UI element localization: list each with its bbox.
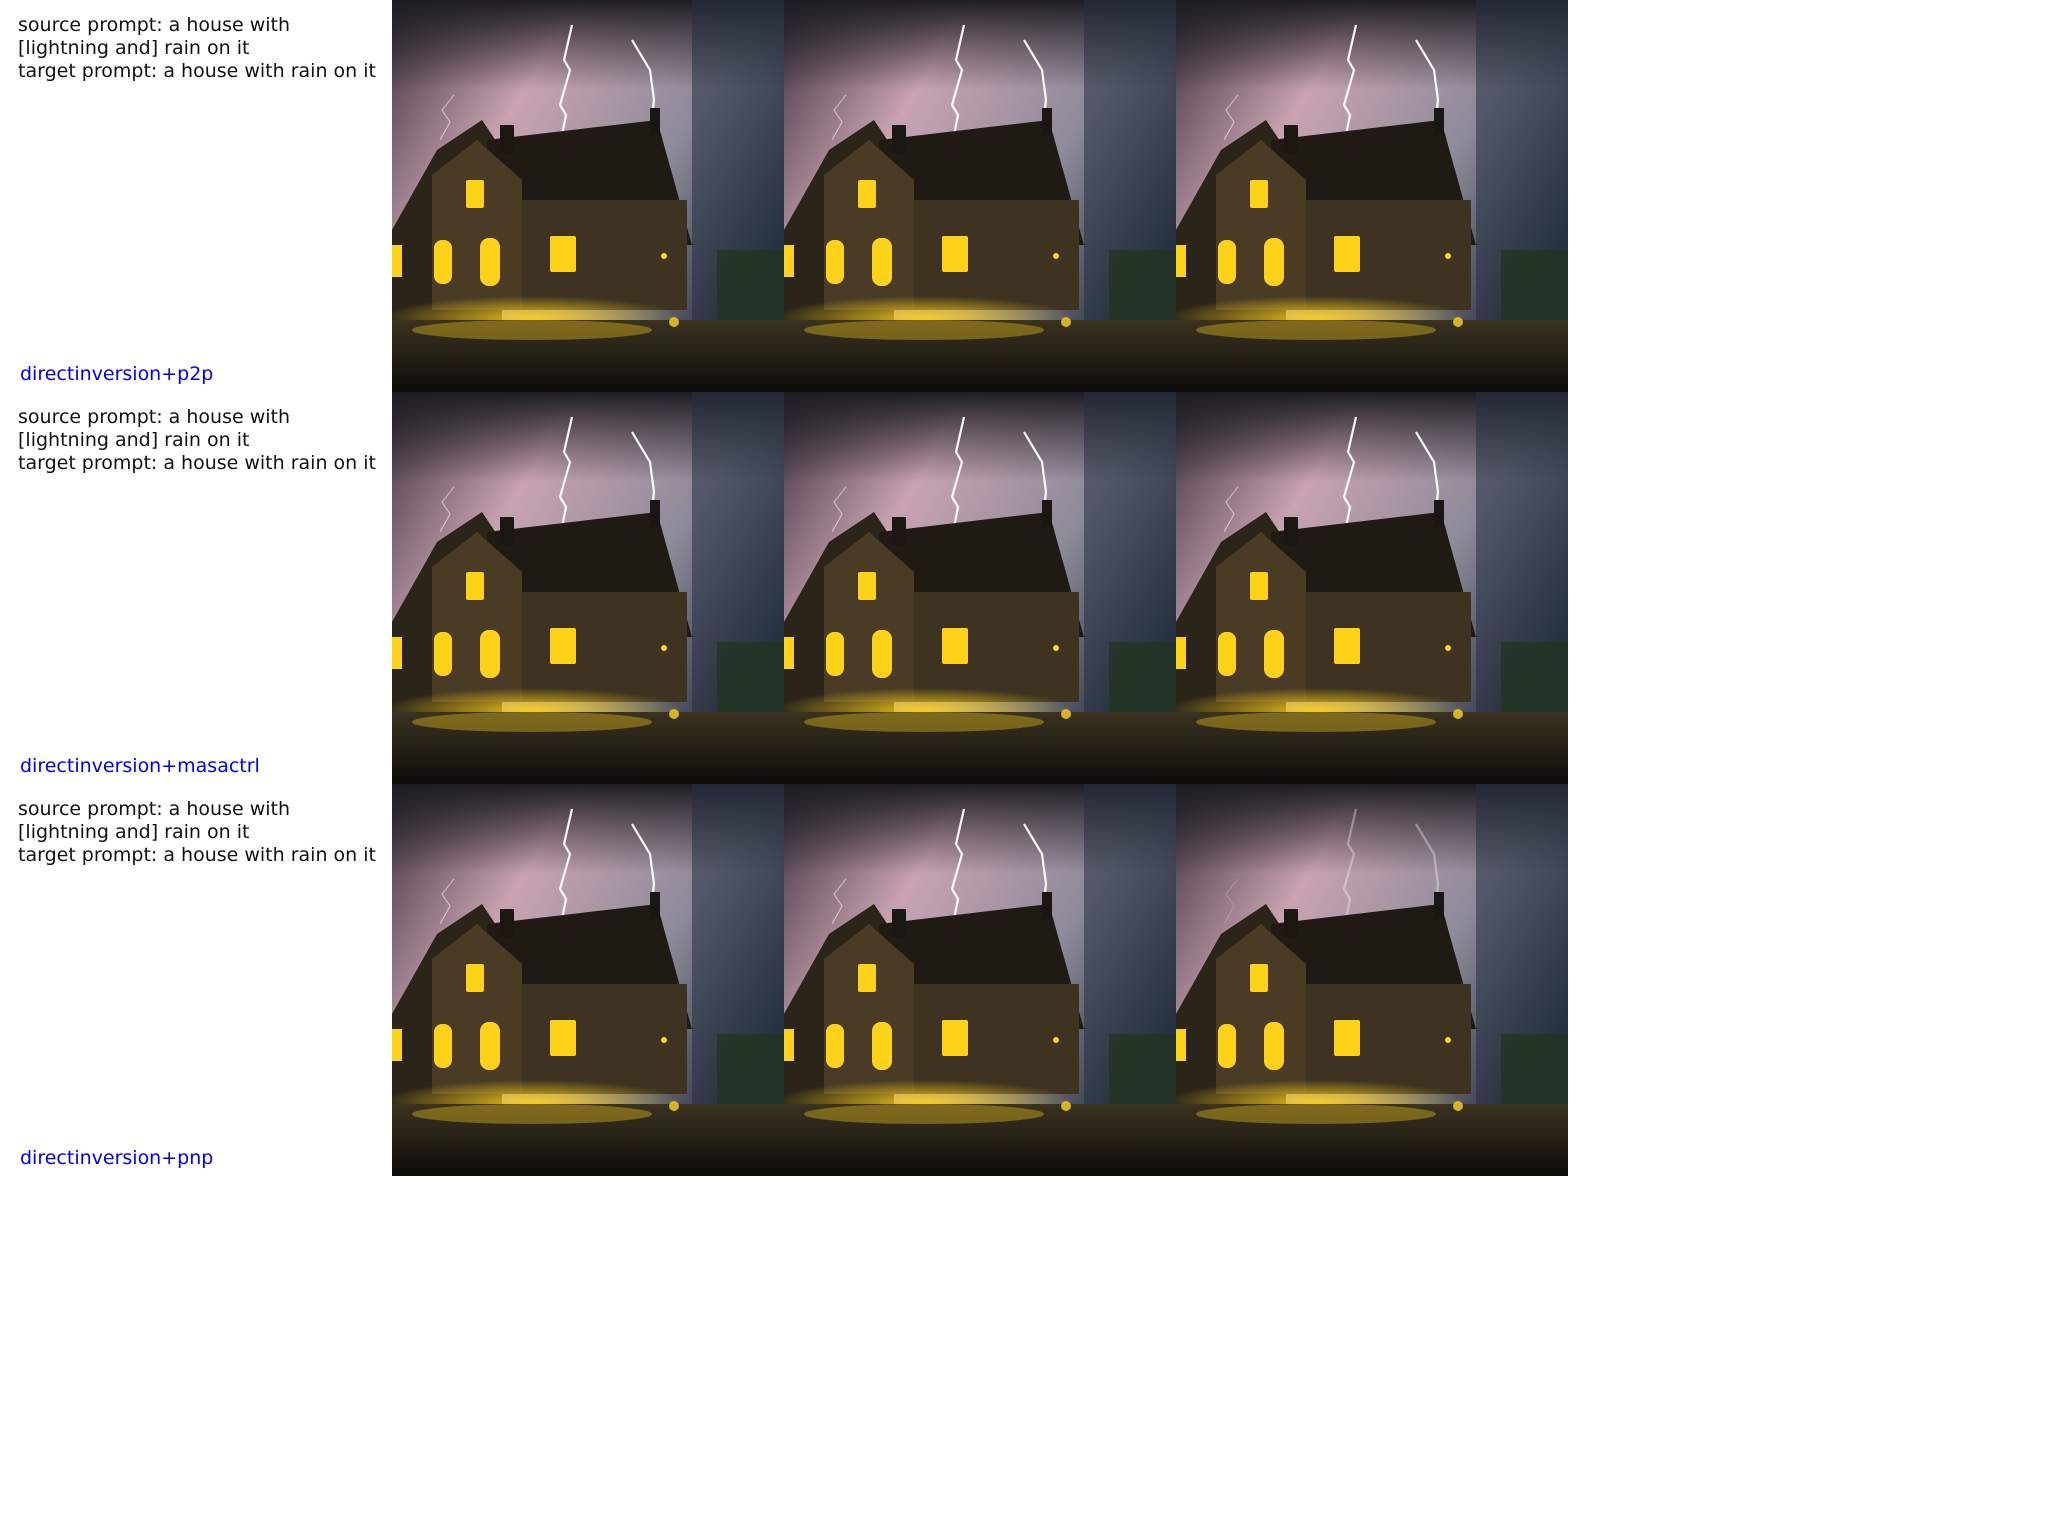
house-image-panel: [784, 0, 1176, 392]
house-scene-image: [392, 392, 784, 784]
row-label-p2p: source prompt: a house with [lightning a…: [0, 0, 392, 392]
house-image-panel: [392, 392, 784, 784]
prompt-text: source prompt: a house with [lightning a…: [18, 14, 376, 82]
house-image-panel: [784, 784, 1176, 1176]
house-image-panel: [1176, 0, 1568, 392]
house-image-panel: [392, 0, 784, 392]
house-image-panel: [392, 784, 784, 1176]
house-scene-image: [1176, 0, 1568, 392]
method-label: directinversion+p2p: [20, 363, 214, 385]
house-scene-image: [1176, 392, 1568, 784]
prompt-text: source prompt: a house with [lightning a…: [18, 406, 376, 474]
house-scene-image: [784, 784, 1176, 1176]
prompt-text: source prompt: a house with [lightning a…: [18, 798, 376, 866]
method-label: directinversion+pnp: [20, 1147, 214, 1169]
row-label-masactrl: source prompt: a house with [lightning a…: [0, 392, 392, 784]
row-label-pnp: source prompt: a house with [lightning a…: [0, 784, 392, 1176]
house-scene-image: [1176, 784, 1568, 1176]
comparison-grid: source prompt: a house with [lightning a…: [0, 0, 1568, 1176]
house-scene-image: [392, 0, 784, 392]
method-label: directinversion+masactrl: [20, 755, 260, 777]
house-image-panel: [784, 392, 1176, 784]
house-scene-image: [392, 784, 784, 1176]
house-scene-image: [784, 0, 1176, 392]
house-scene-image: [784, 392, 1176, 784]
house-image-panel: [1176, 784, 1568, 1176]
house-image-panel: [1176, 392, 1568, 784]
